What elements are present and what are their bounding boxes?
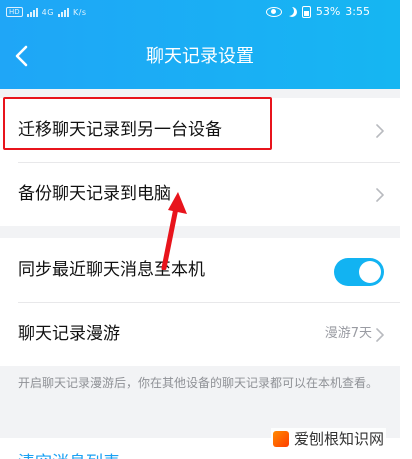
sync-recent-messages-item: 同步最近聊天消息至本机 (0, 238, 400, 302)
chat-roaming-item[interactable]: 聊天记录漫游 漫游7天 (0, 302, 400, 366)
header-bar: HD 4G K/s 53% 3:55 聊天记录设置 (0, 0, 400, 89)
chat-roaming-value: 漫游7天 (324, 326, 372, 341)
clock-time: 3:55 (345, 5, 370, 18)
red-arrow-annotation (161, 192, 187, 270)
status-right: 53% 3:55 (265, 5, 370, 18)
chat-roaming-label: 聊天记录漫游 (18, 324, 120, 344)
chevron-right-icon (376, 124, 384, 138)
battery-percent: 53% (315, 5, 341, 18)
sync-group: 同步最近聊天消息至本机 聊天记录漫游 漫游7天 (0, 238, 400, 366)
page-title: 聊天记录设置 (146, 46, 254, 67)
eye-icon (265, 6, 282, 17)
toggle-knob (359, 261, 381, 283)
watermark: 爱刨根知识网 (270, 428, 386, 449)
hd-badge: HD (6, 7, 23, 17)
status-left: HD 4G K/s (6, 7, 87, 17)
status-bar: HD 4G K/s 53% 3:55 (0, 0, 400, 26)
settings-page: HD 4G K/s 53% 3:55 聊天记录设置 迁移聊天记录到另一台设备 备… (0, 0, 400, 459)
network-speed: K/s (72, 7, 87, 17)
chevron-right-icon (376, 188, 384, 202)
backup-to-pc-item[interactable]: 备份聊天记录到电脑 (0, 162, 400, 226)
right-margin (400, 0, 412, 459)
sync-toggle-switch[interactable] (334, 258, 384, 286)
network-type: 4G (41, 7, 54, 17)
moon-icon (287, 7, 297, 17)
clear-message-list-label: 清空消息列表 (18, 448, 120, 459)
battery-icon (301, 5, 311, 18)
signal-icon (26, 7, 38, 17)
signal-icon-2 (57, 7, 69, 17)
backup-to-pc-label: 备份聊天记录到电脑 (18, 184, 171, 204)
red-highlight-box (3, 97, 272, 150)
watermark-text: 爱刨根知识网 (293, 430, 384, 448)
roaming-hint-text: 开启聊天记录漫游后，你在其他设备的聊天记录都可以在本机查看。 (18, 376, 379, 390)
watermark-logo-icon (272, 430, 289, 447)
chevron-right-icon (376, 328, 384, 342)
